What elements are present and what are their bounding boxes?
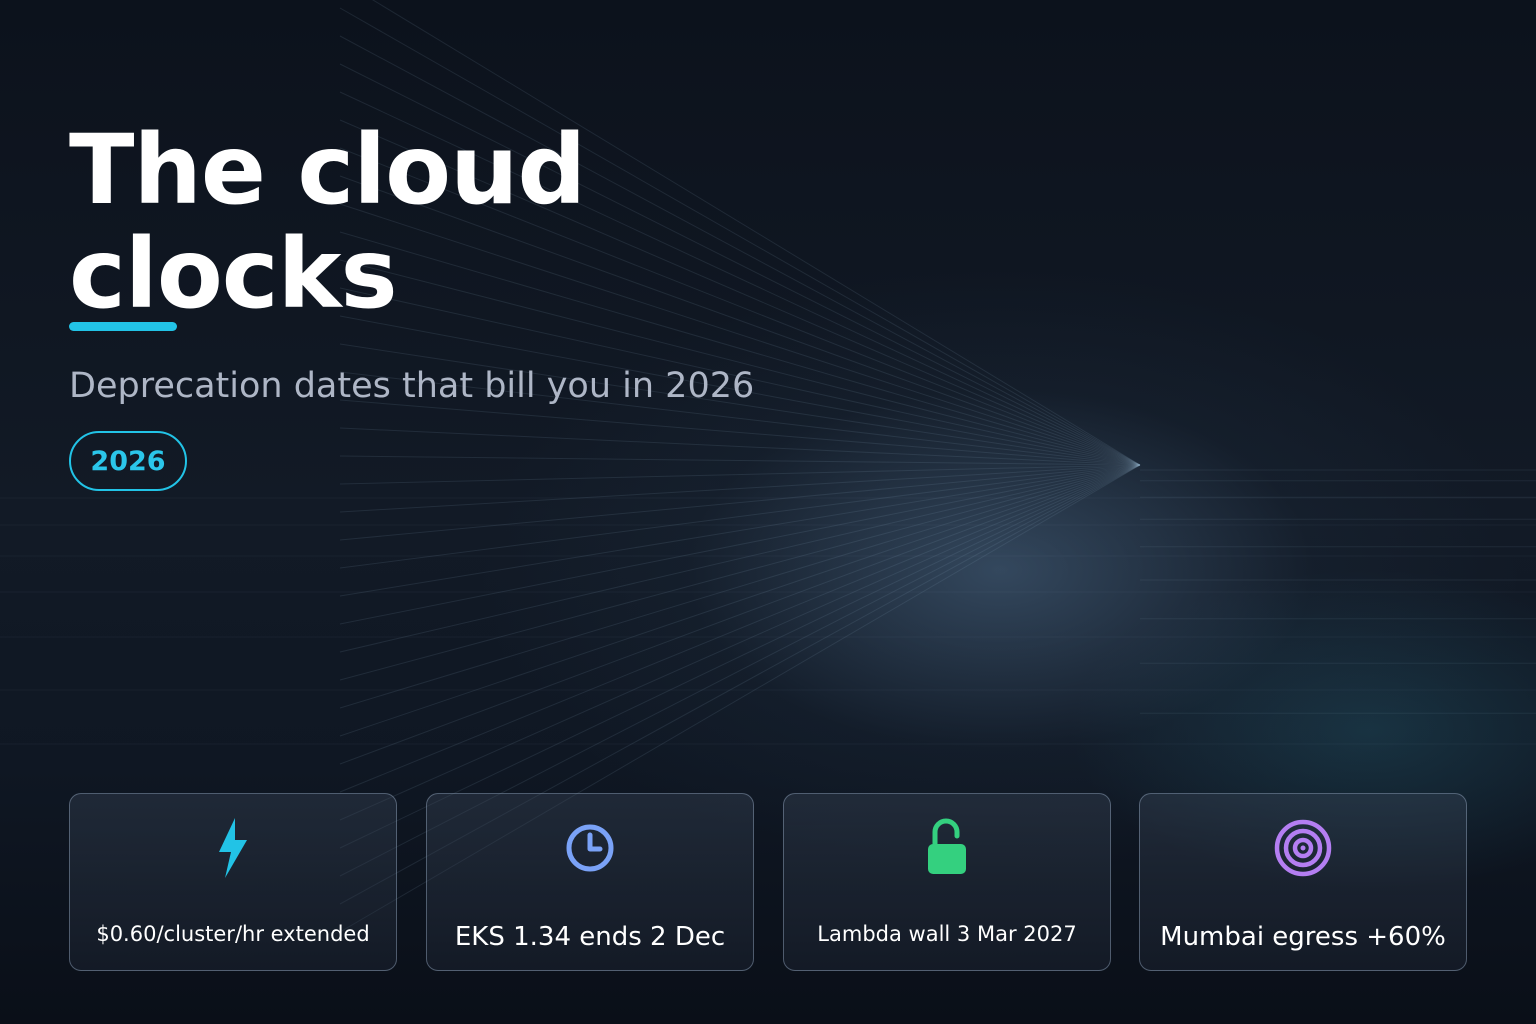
- card-label: Mumbai egress +60%: [1160, 922, 1446, 952]
- clock-icon: [558, 816, 622, 880]
- title-line-2: clocks: [69, 218, 398, 330]
- page-title: The cloud clocks: [69, 114, 586, 330]
- hero: The cloud clocks: [69, 114, 586, 331]
- card-lambda: Lambda wall 3 Mar 2027: [783, 793, 1111, 971]
- year-badge: 2026: [69, 431, 187, 491]
- title-line-1: The cloud: [69, 114, 586, 226]
- card-mumbai: Mumbai egress +60%: [1139, 793, 1467, 971]
- card-label: $0.60/cluster/hr extended: [96, 922, 370, 946]
- card-label: Lambda wall 3 Mar 2027: [817, 922, 1077, 946]
- unlocked-padlock-icon: [915, 816, 979, 880]
- subtitle: Deprecation dates that bill you in 2026: [69, 366, 755, 406]
- target-icon: [1271, 816, 1335, 880]
- card-label: EKS 1.34 ends 2 Dec: [454, 922, 726, 952]
- card-eks: EKS 1.34 ends 2 Dec: [426, 793, 754, 971]
- title-underline: [69, 322, 177, 331]
- lightning-bolt-icon: [201, 816, 265, 880]
- card-cluster-cost: $0.60/cluster/hr extended: [69, 793, 397, 971]
